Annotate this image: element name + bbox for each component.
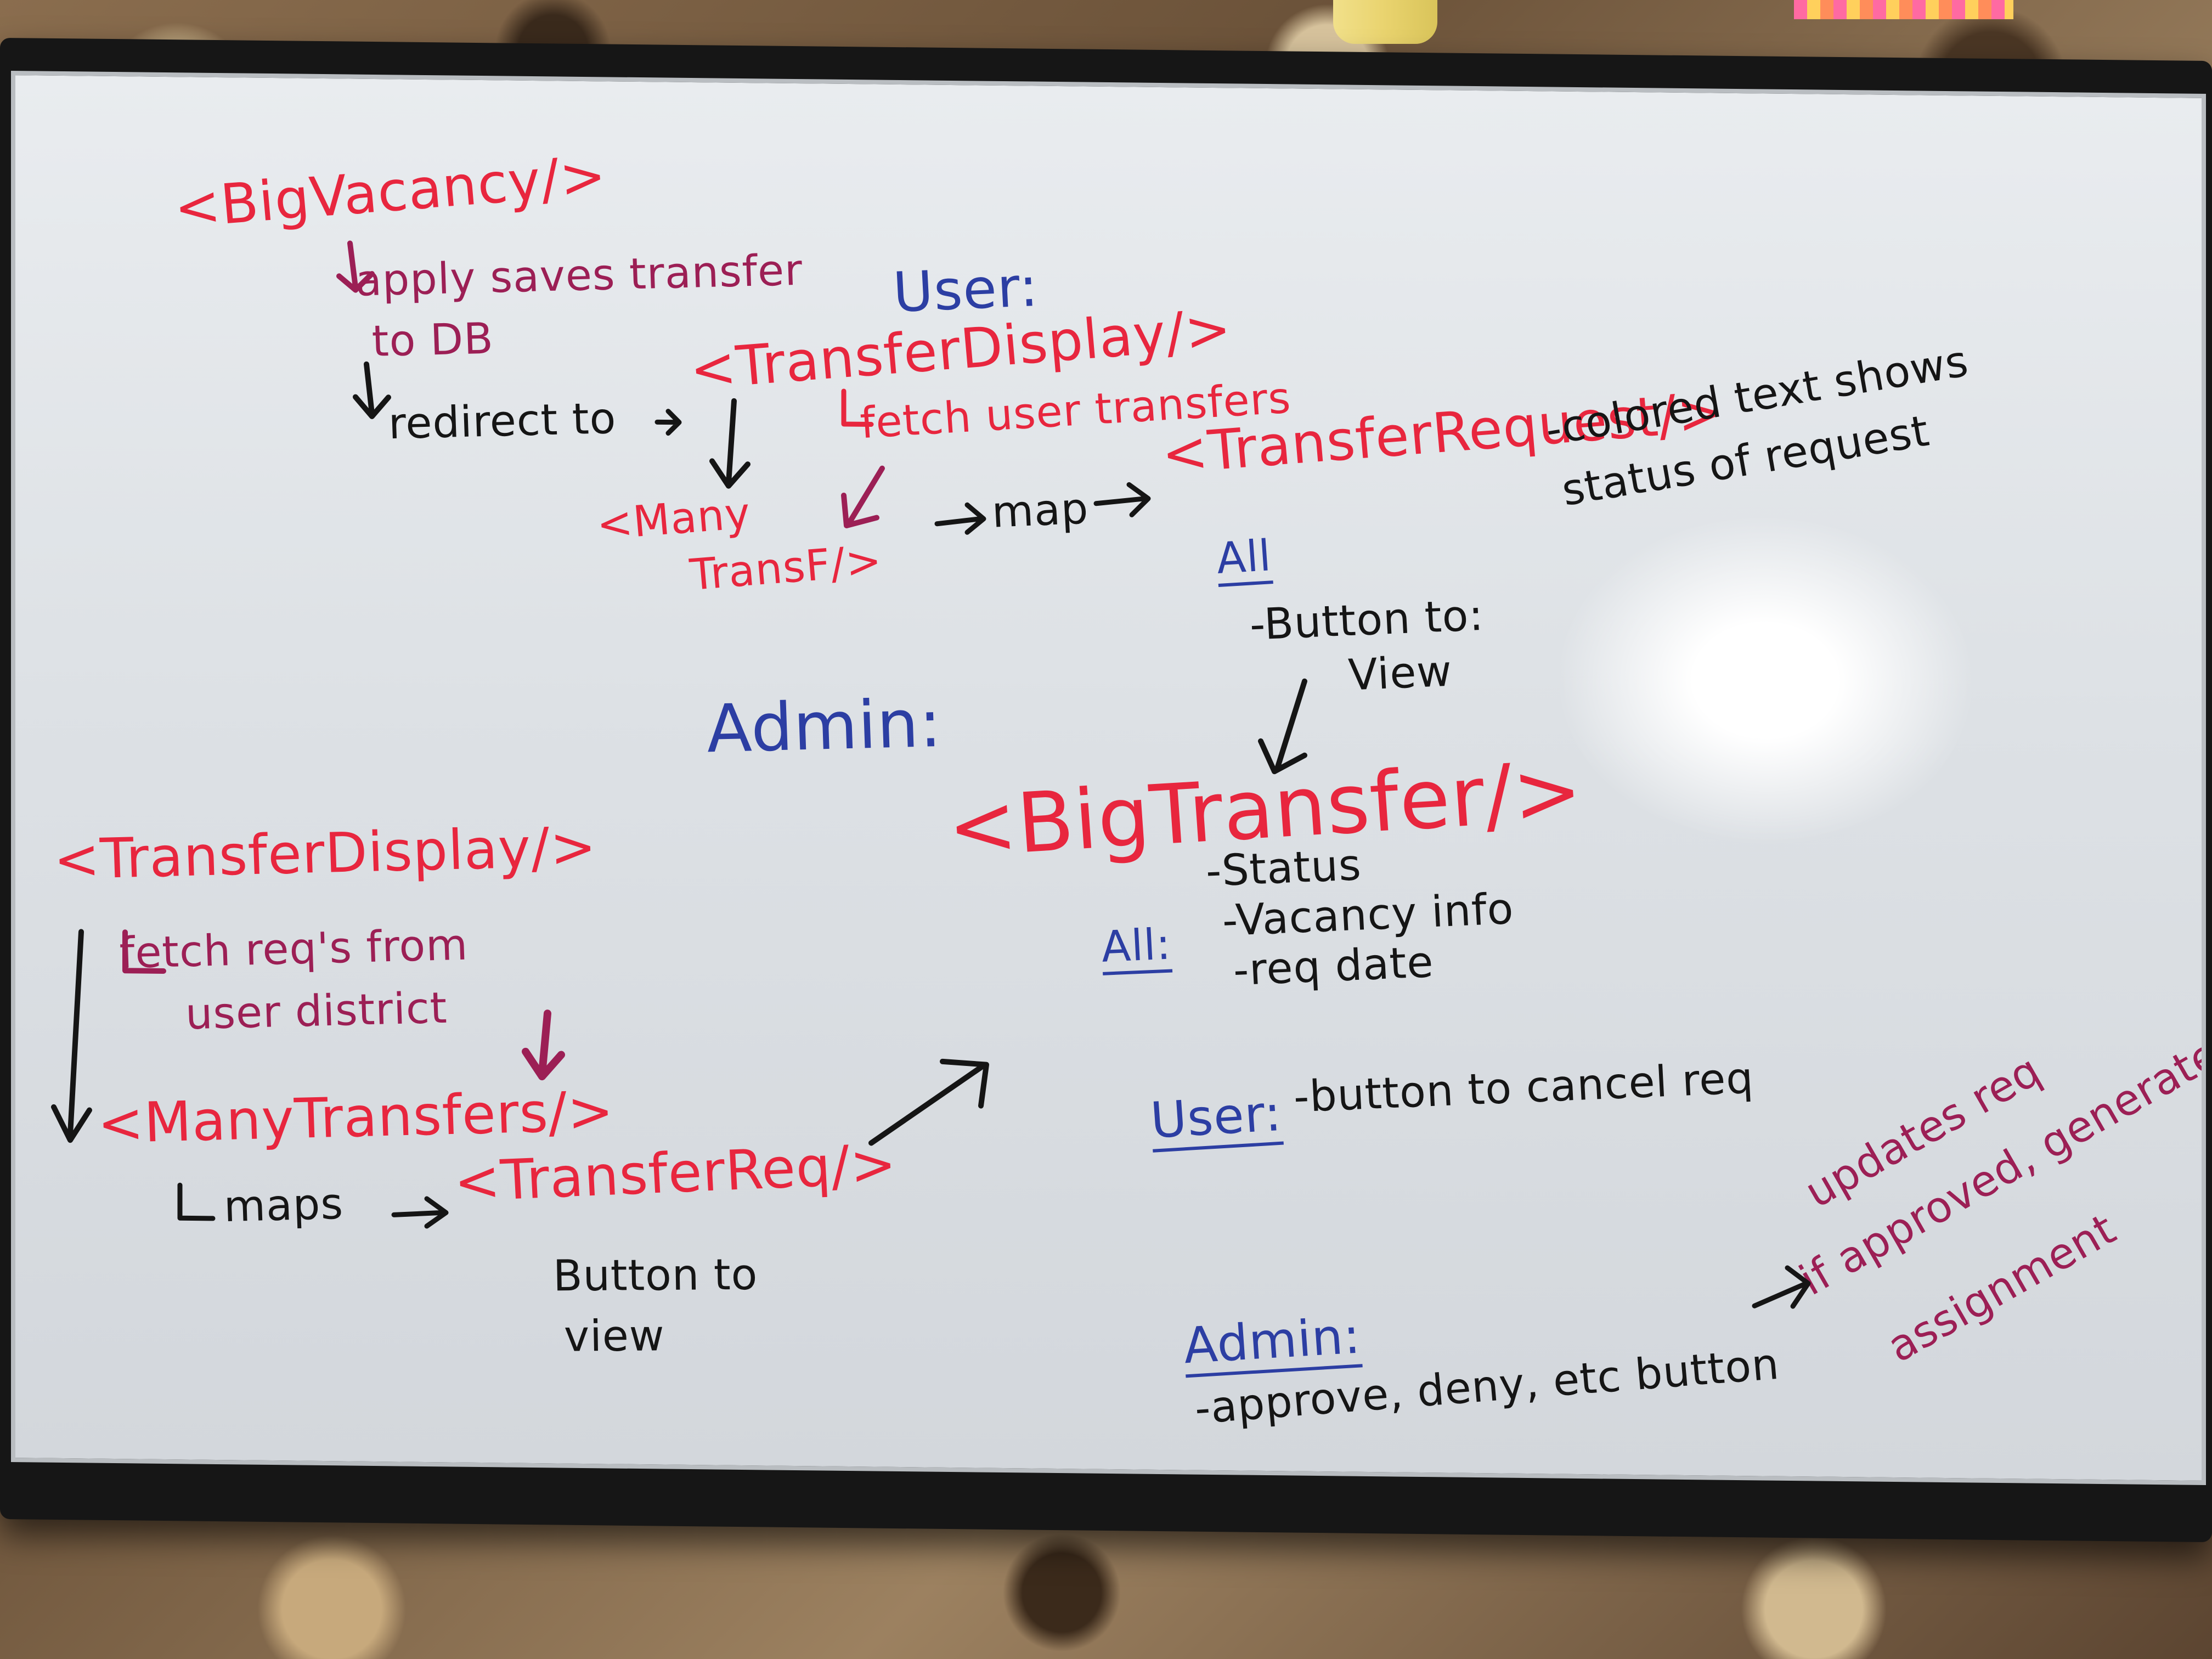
- right-arrow-icon: [654, 409, 682, 436]
- down-arrow-icon: [1258, 678, 1307, 775]
- down-arrow-icon: [709, 398, 751, 489]
- down-arrow-icon: [336, 240, 375, 293]
- down-arrow-icon: [353, 361, 391, 419]
- right-arrow-icon: [934, 502, 986, 535]
- right-arrow-icon: [1093, 482, 1151, 517]
- down-arrow-icon: [51, 929, 92, 1143]
- right-arrow-icon: [1752, 1265, 1811, 1309]
- down-left-arrow-icon: [841, 465, 885, 528]
- whiteboard-writing: <BigVacancy/> apply saves transfer to DB…: [15, 75, 2206, 1481]
- arrow-layer: [51, 240, 1811, 1309]
- cup-object: [1333, 0, 1437, 44]
- sticky-notes: [1794, 0, 2013, 19]
- whiteboard: <BigVacancy/> apply saves transfer to DB…: [11, 71, 2206, 1485]
- hook-arrow-icon: [841, 388, 874, 427]
- down-arrow-icon: [522, 1009, 565, 1081]
- hook-arrow-icon: [122, 929, 166, 974]
- right-arrow-icon: [391, 1196, 449, 1229]
- up-right-arrow-icon: [868, 1058, 989, 1146]
- hook-arrow-icon: [177, 1182, 216, 1221]
